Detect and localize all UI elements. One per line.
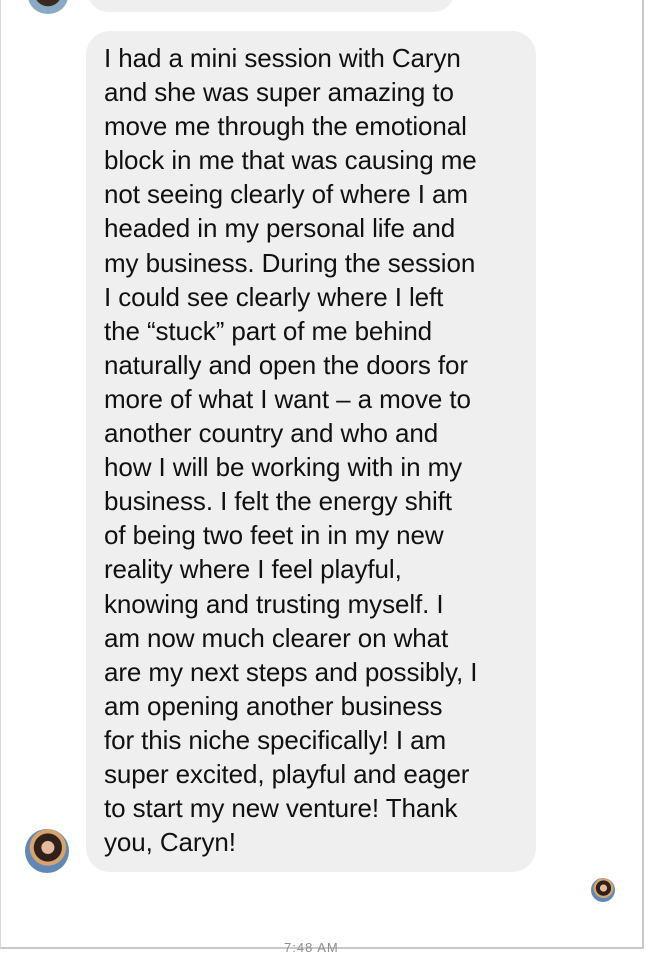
message-line: knowing and trusting myself. I bbox=[104, 588, 444, 619]
message-line: more of what I want – a move to bbox=[104, 383, 471, 414]
message-line: are my next steps and possibly, I bbox=[104, 656, 478, 687]
message-line: for this niche specifically! I am bbox=[104, 724, 447, 755]
message-line: of being two feet in in my new bbox=[104, 520, 444, 551]
message-line: am opening another business bbox=[104, 690, 443, 721]
message-line: and she was super amazing to bbox=[104, 77, 454, 108]
message-timestamp: 7:48 AM bbox=[284, 940, 339, 955]
message-line: how I will be working with in my bbox=[104, 452, 463, 483]
message-line: headed in my personal life and bbox=[104, 213, 456, 244]
message-line: my business. During the session bbox=[104, 247, 476, 278]
message-line: I had a mini session with Caryn bbox=[104, 43, 461, 73]
message-bubble[interactable]: I had a mini session with Caryn and she … bbox=[86, 31, 536, 872]
message-line: to start my new venture! Thank bbox=[104, 793, 458, 824]
message-line: move me through the emotional bbox=[104, 111, 467, 142]
message-text: I had a mini session with Caryn and she … bbox=[104, 41, 526, 859]
read-receipt-avatar-icon bbox=[591, 878, 615, 902]
previous-message-bubble[interactable] bbox=[88, 0, 454, 12]
message-line: reality where I feel playful, bbox=[104, 554, 402, 585]
message-line: naturally and open the doors for bbox=[104, 349, 468, 380]
message-line: the “stuck” part of me behind bbox=[104, 315, 433, 346]
message-line: am now much clearer on what bbox=[104, 622, 449, 653]
message-line: you, Caryn! bbox=[104, 827, 236, 858]
message-line: not seeing clearly of where I am bbox=[104, 179, 468, 210]
message-line: block in me that was causing me bbox=[104, 145, 477, 176]
message-line: super excited, playful and eager bbox=[104, 758, 470, 789]
message-line: business. I felt the energy shift bbox=[104, 486, 452, 517]
message-line: I could see clearly where I left bbox=[104, 281, 444, 312]
message-line: another country and who and bbox=[104, 418, 439, 449]
user-avatar-icon[interactable] bbox=[25, 829, 69, 873]
